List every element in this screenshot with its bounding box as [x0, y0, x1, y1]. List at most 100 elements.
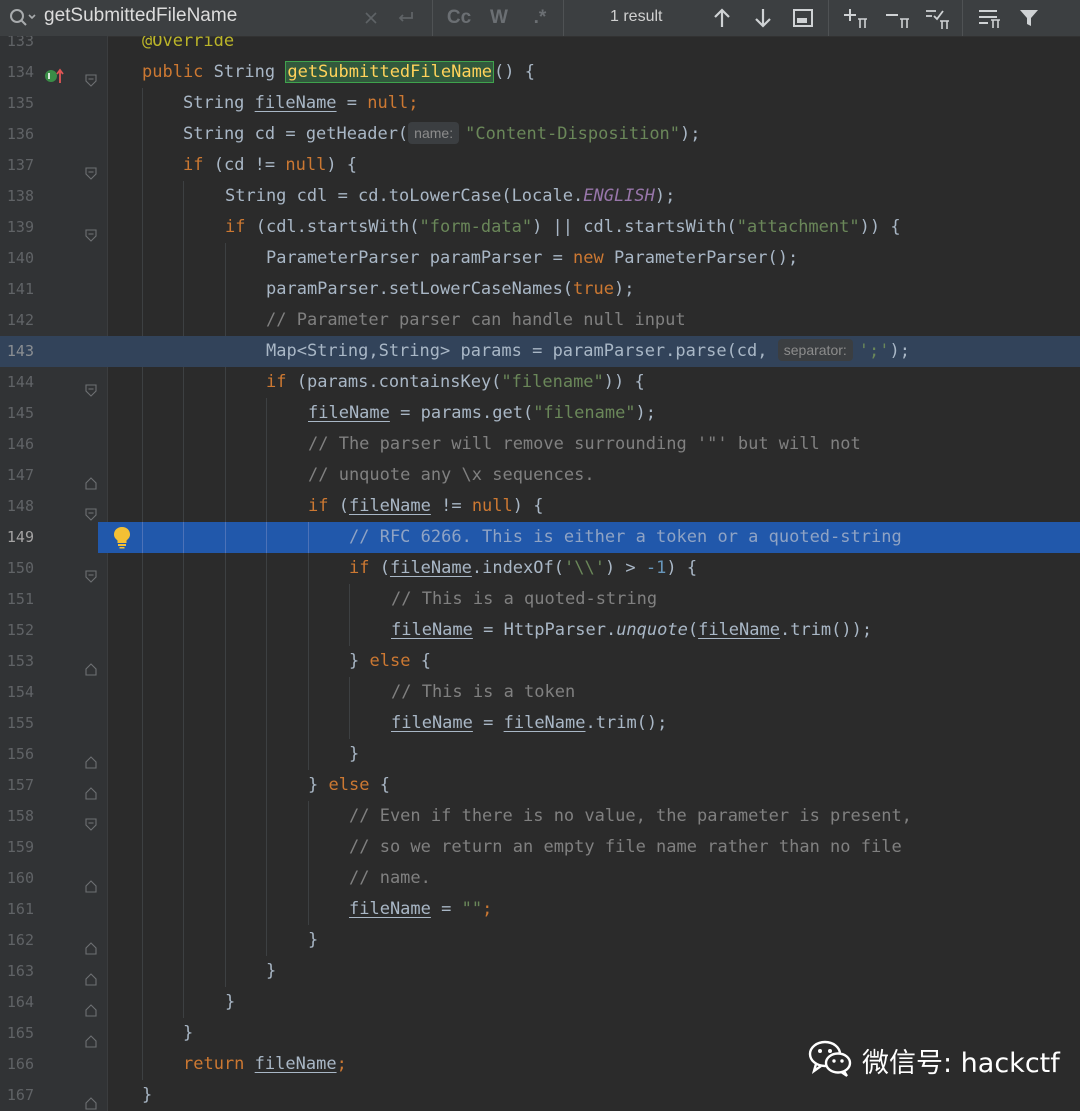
- search-icon[interactable]: [8, 7, 36, 34]
- code-line[interactable]: 167 }: [0, 1080, 1080, 1111]
- code-line[interactable]: 138 String cdl = cd.toLowerCase(Locale.E…: [0, 181, 1080, 212]
- code-line[interactable]: 163 }: [0, 956, 1080, 987]
- code-text: if (fileName != null) {: [308, 496, 544, 516]
- line-number: 138: [6, 187, 34, 205]
- unselect-occurrence-icon[interactable]: [882, 0, 914, 36]
- wechat-icon: [808, 1039, 852, 1081]
- match-case-toggle[interactable]: Cc: [444, 0, 474, 36]
- code-line[interactable]: 135 String fileName = null;: [0, 88, 1080, 119]
- code-line[interactable]: 146 // The parser will remove surroundin…: [0, 429, 1080, 460]
- code-text: } else {: [308, 775, 390, 795]
- parameter-hint: name:: [408, 122, 460, 144]
- code-text: paramParser.setLowerCaseNames(true);: [266, 279, 635, 299]
- select-all-occurrences-icon[interactable]: [922, 0, 954, 36]
- code-text: ParameterParser paramParser = new Parame…: [266, 248, 799, 268]
- clear-search-icon[interactable]: [358, 0, 384, 36]
- code-text: }: [349, 744, 360, 764]
- code-text: }: [142, 1085, 153, 1105]
- line-number: 142: [6, 311, 34, 329]
- line-number: 156: [6, 745, 34, 763]
- code-line[interactable]: 157 } else {: [0, 770, 1080, 801]
- code-text: if (cd != null) {: [183, 155, 358, 175]
- code-line[interactable]: 152 fileName = HttpParser.unquote(fileNa…: [0, 615, 1080, 646]
- code-line[interactable]: 145 fileName = params.get("filename");: [0, 398, 1080, 429]
- line-number: 147: [6, 466, 34, 484]
- code-line[interactable]: 164 }: [0, 987, 1080, 1018]
- line-number: 139: [6, 218, 34, 236]
- previous-occurrence-icon[interactable]: [708, 0, 736, 36]
- line-number: 158: [6, 807, 34, 825]
- find-bar: getSubmittedFileName Cc W .* 1 result: [0, 0, 1080, 37]
- code-text: if (fileName.indexOf('\\') > -1) {: [349, 558, 698, 578]
- code-line[interactable]: 155 fileName = fileName.trim();: [0, 708, 1080, 739]
- filter-icon[interactable]: [1014, 0, 1044, 36]
- code-text: // name.: [349, 868, 431, 888]
- code-text: // Parameter parser can handle null inpu…: [266, 310, 686, 330]
- code-line[interactable]: 159 // so we return an empty file name r…: [0, 832, 1080, 863]
- code-text: }: [266, 961, 277, 981]
- line-number: 153: [6, 652, 34, 670]
- line-number: 143: [6, 342, 34, 360]
- code-line[interactable]: 136 String cd = getHeader(name: "Content-…: [0, 119, 1080, 150]
- code-line[interactable]: 151 // This is a quoted-string: [0, 584, 1080, 615]
- result-count: 1 result: [610, 8, 663, 25]
- code-line[interactable]: 134 public String getSubmittedFileName()…: [0, 57, 1080, 88]
- whole-words-toggle[interactable]: W: [485, 0, 513, 36]
- line-number: 163: [6, 962, 34, 980]
- code-text: String cd = getHeader(name: "Content-Disp…: [183, 122, 701, 144]
- line-number: 159: [6, 838, 34, 856]
- code-line[interactable]: 150 if (fileName.indexOf('\\') > -1) {: [0, 553, 1080, 584]
- next-occurrence-icon[interactable]: [749, 0, 777, 36]
- code-line[interactable]: 142 // Parameter parser can handle null …: [0, 305, 1080, 336]
- code-line[interactable]: 158 // Even if there is no value, the pa…: [0, 801, 1080, 832]
- code-line[interactable]: 154 // This is a token: [0, 677, 1080, 708]
- search-input[interactable]: getSubmittedFileName: [44, 5, 237, 27]
- code-line[interactable]: 147 // unquote any \x sequences.: [0, 460, 1080, 491]
- line-number: 157: [6, 776, 34, 794]
- code-line[interactable]: 156 }: [0, 739, 1080, 770]
- code-text: // This is a token: [391, 682, 576, 702]
- code-line[interactable]: 160 // name.: [0, 863, 1080, 894]
- code-line[interactable]: 140 ParameterParser paramParser = new Pa…: [0, 243, 1080, 274]
- code-line[interactable]: 137 if (cd != null) {: [0, 150, 1080, 181]
- code-text: // This is a quoted-string: [391, 589, 658, 609]
- line-number: 144: [6, 373, 34, 391]
- code-text: String cdl = cd.toLowerCase(Locale.ENGLI…: [225, 186, 676, 206]
- fold-end-icon[interactable]: [85, 1089, 97, 1111]
- line-number: 150: [6, 559, 34, 577]
- code-line[interactable]: 133 @Override: [0, 36, 1080, 57]
- regex-toggle[interactable]: .*: [526, 0, 554, 36]
- code-text: return fileName;: [183, 1054, 347, 1074]
- code-text: Map<String,String> params = paramParser.…: [266, 339, 910, 361]
- code-text: fileName = params.get("filename");: [308, 403, 657, 423]
- code-line[interactable]: 139 if (cdl.startsWith("form-data") || c…: [0, 212, 1080, 243]
- code-text: }: [183, 1023, 194, 1043]
- code-line-selected[interactable]: 149 // RFC 6266. This is either a token …: [0, 522, 1080, 553]
- line-number: 160: [6, 869, 34, 887]
- search-options-icon[interactable]: [974, 0, 1006, 36]
- line-number: 149: [6, 528, 34, 546]
- code-line[interactable]: 161 fileName = "";: [0, 894, 1080, 925]
- code-line[interactable]: 162 }: [0, 925, 1080, 956]
- code-text: @Override: [142, 36, 235, 51]
- open-in-window-icon[interactable]: [789, 0, 817, 36]
- code-text: // The parser will remove surrounding '"…: [308, 434, 861, 454]
- line-number: 151: [6, 590, 34, 608]
- code-text: if (cdl.startsWith("form-data") || cdl.s…: [225, 217, 901, 237]
- line-number: 165: [6, 1024, 34, 1042]
- code-line-current[interactable]: 143 Map<String,String> params = paramPar…: [0, 336, 1080, 367]
- code-line[interactable]: 144 if (params.containsKey("filename")) …: [0, 367, 1080, 398]
- code-text: // RFC 6266. This is either a token or a…: [349, 527, 902, 547]
- code-line[interactable]: 141 paramParser.setLowerCaseNames(true);: [0, 274, 1080, 305]
- code-line[interactable]: 153 } else {: [0, 646, 1080, 677]
- add-selection-icon[interactable]: [840, 0, 872, 36]
- new-line-icon[interactable]: [390, 0, 420, 36]
- line-number: 166: [6, 1055, 34, 1073]
- line-number: 134: [6, 63, 34, 81]
- line-number: 155: [6, 714, 34, 732]
- code-line[interactable]: 148 if (fileName != null) {: [0, 491, 1080, 522]
- code-editor[interactable]: 133 @Override 134 public String getSubmi…: [0, 36, 1080, 1111]
- code-text: // Even if there is no value, the parame…: [349, 806, 912, 826]
- line-number: 137: [6, 156, 34, 174]
- watermark: 微信号: hackctf: [808, 1040, 1066, 1080]
